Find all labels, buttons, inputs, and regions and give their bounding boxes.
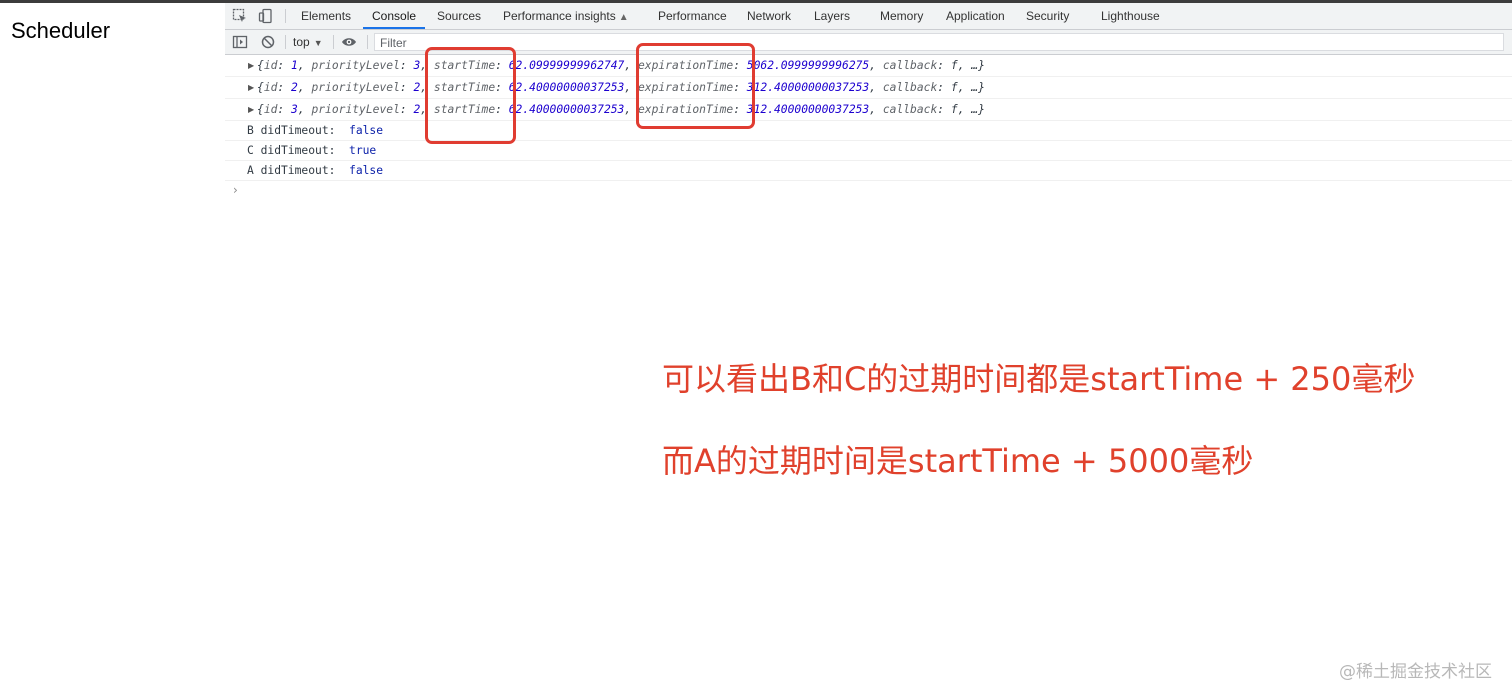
- console-prompt[interactable]: ›: [225, 181, 1512, 199]
- console-object-row[interactable]: ▶ {id: 3, priorityLevel: 2, startTime: 62…: [225, 99, 1512, 121]
- start-time-value: 62.40000000037253: [508, 81, 625, 94]
- tab-performance-insights[interactable]: Performance insights ▲: [503, 3, 629, 29]
- object-key: callback: [882, 81, 938, 94]
- expiration-time-highlight: [636, 43, 755, 129]
- object-key: id: [263, 103, 278, 116]
- console-object-row[interactable]: ▶ {id: 2, priorityLevel: 2, startTime: 62…: [225, 77, 1512, 99]
- annotation-line-1: 可以看出B和C的过期时间都是startTime + 250毫秒: [662, 360, 1416, 398]
- expand-arrow-icon[interactable]: ▶: [248, 55, 254, 76]
- object-ellipsis: …}: [971, 59, 985, 72]
- log-label: B didTimeout:: [247, 124, 336, 137]
- filter-input[interactable]: Filter: [374, 33, 1504, 51]
- watermark: @稀土掘金技术社区: [1339, 662, 1492, 682]
- object-key: callback: [882, 59, 938, 72]
- tab-layers[interactable]: Layers: [814, 3, 850, 29]
- object-key: callback: [882, 103, 938, 116]
- device-toolbar-icon[interactable]: [258, 8, 274, 24]
- object-key: id: [263, 81, 278, 94]
- object-value: 1: [291, 59, 298, 72]
- object-value: f: [950, 59, 958, 72]
- toolbar-separator: [367, 35, 368, 49]
- tab-memory[interactable]: Memory: [880, 3, 923, 29]
- log-value: false: [349, 124, 384, 137]
- tabbar-separator: [285, 9, 286, 23]
- context-selector-value: top: [293, 35, 310, 49]
- log-value: false: [349, 164, 384, 177]
- console-log-row: A didTimeout: false: [225, 161, 1512, 181]
- expiration-time-value: 5062.0999999996275: [746, 59, 870, 72]
- annotation-line-2: 而A的过期时间是startTime + 5000毫秒: [662, 442, 1254, 480]
- console-log-row: B didTimeout: false: [225, 121, 1512, 141]
- experiment-flask-icon: ▲: [618, 12, 629, 23]
- object-key: id: [263, 59, 278, 72]
- tab-lighthouse[interactable]: Lighthouse: [1101, 3, 1160, 29]
- console-log-row: C didTimeout: true: [225, 141, 1512, 161]
- object-ellipsis: …}: [971, 103, 985, 116]
- object-key: priorityLevel: [311, 59, 400, 72]
- object-key: priorityLevel: [311, 81, 400, 94]
- expiration-time-value: 312.40000000037253: [746, 103, 870, 116]
- tab-application[interactable]: Application: [946, 3, 1005, 29]
- tab-network[interactable]: Network: [747, 3, 791, 29]
- devtools-tabbar: Elements Console Sources Performance ins…: [225, 3, 1512, 30]
- eye-icon[interactable]: [341, 34, 357, 50]
- page-title: Scheduler: [11, 18, 111, 43]
- expand-arrow-icon[interactable]: ▶: [248, 77, 254, 98]
- log-label: C didTimeout:: [247, 144, 336, 157]
- toolbar-separator: [333, 35, 334, 49]
- console-output: ▶ {id: 1, priorityLevel: 3, startTime: 62…: [225, 55, 1512, 199]
- devtools-panel: Elements Console Sources Performance ins…: [225, 3, 1512, 197]
- object-value: 3: [291, 103, 298, 116]
- console-toolbar: top ▼ Filter: [225, 30, 1512, 55]
- start-time-value: 62.09999999962747: [508, 59, 625, 72]
- start-time-value: 62.40000000037253: [508, 103, 625, 116]
- clear-console-icon[interactable]: [260, 34, 276, 50]
- expand-arrow-icon[interactable]: ▶: [248, 99, 254, 120]
- start-time-highlight: [425, 47, 516, 144]
- tab-elements[interactable]: Elements: [301, 3, 351, 29]
- object-value: f: [950, 81, 958, 94]
- expiration-time-value: 312.40000000037253: [746, 81, 870, 94]
- chevron-down-icon: ▼: [313, 38, 323, 48]
- tab-security[interactable]: Security: [1026, 3, 1069, 29]
- sidebar-toggle-icon[interactable]: [232, 34, 248, 50]
- context-selector[interactable]: top ▼: [293, 30, 323, 54]
- tab-console[interactable]: Console: [363, 3, 426, 29]
- toolbar-separator: [285, 35, 286, 49]
- object-value: 2: [291, 81, 298, 94]
- object-ellipsis: …}: [971, 81, 985, 94]
- log-label: A didTimeout:: [247, 164, 336, 177]
- inspect-element-icon[interactable]: [232, 8, 248, 24]
- tab-performance-insights-label: Performance insights: [503, 9, 616, 23]
- object-key: priorityLevel: [311, 103, 400, 116]
- tab-performance[interactable]: Performance: [658, 3, 727, 29]
- object-value: f: [950, 103, 958, 116]
- tab-sources[interactable]: Sources: [437, 3, 481, 29]
- console-object-row[interactable]: ▶ {id: 1, priorityLevel: 3, startTime: 62…: [225, 55, 1512, 77]
- log-value: true: [349, 144, 377, 157]
